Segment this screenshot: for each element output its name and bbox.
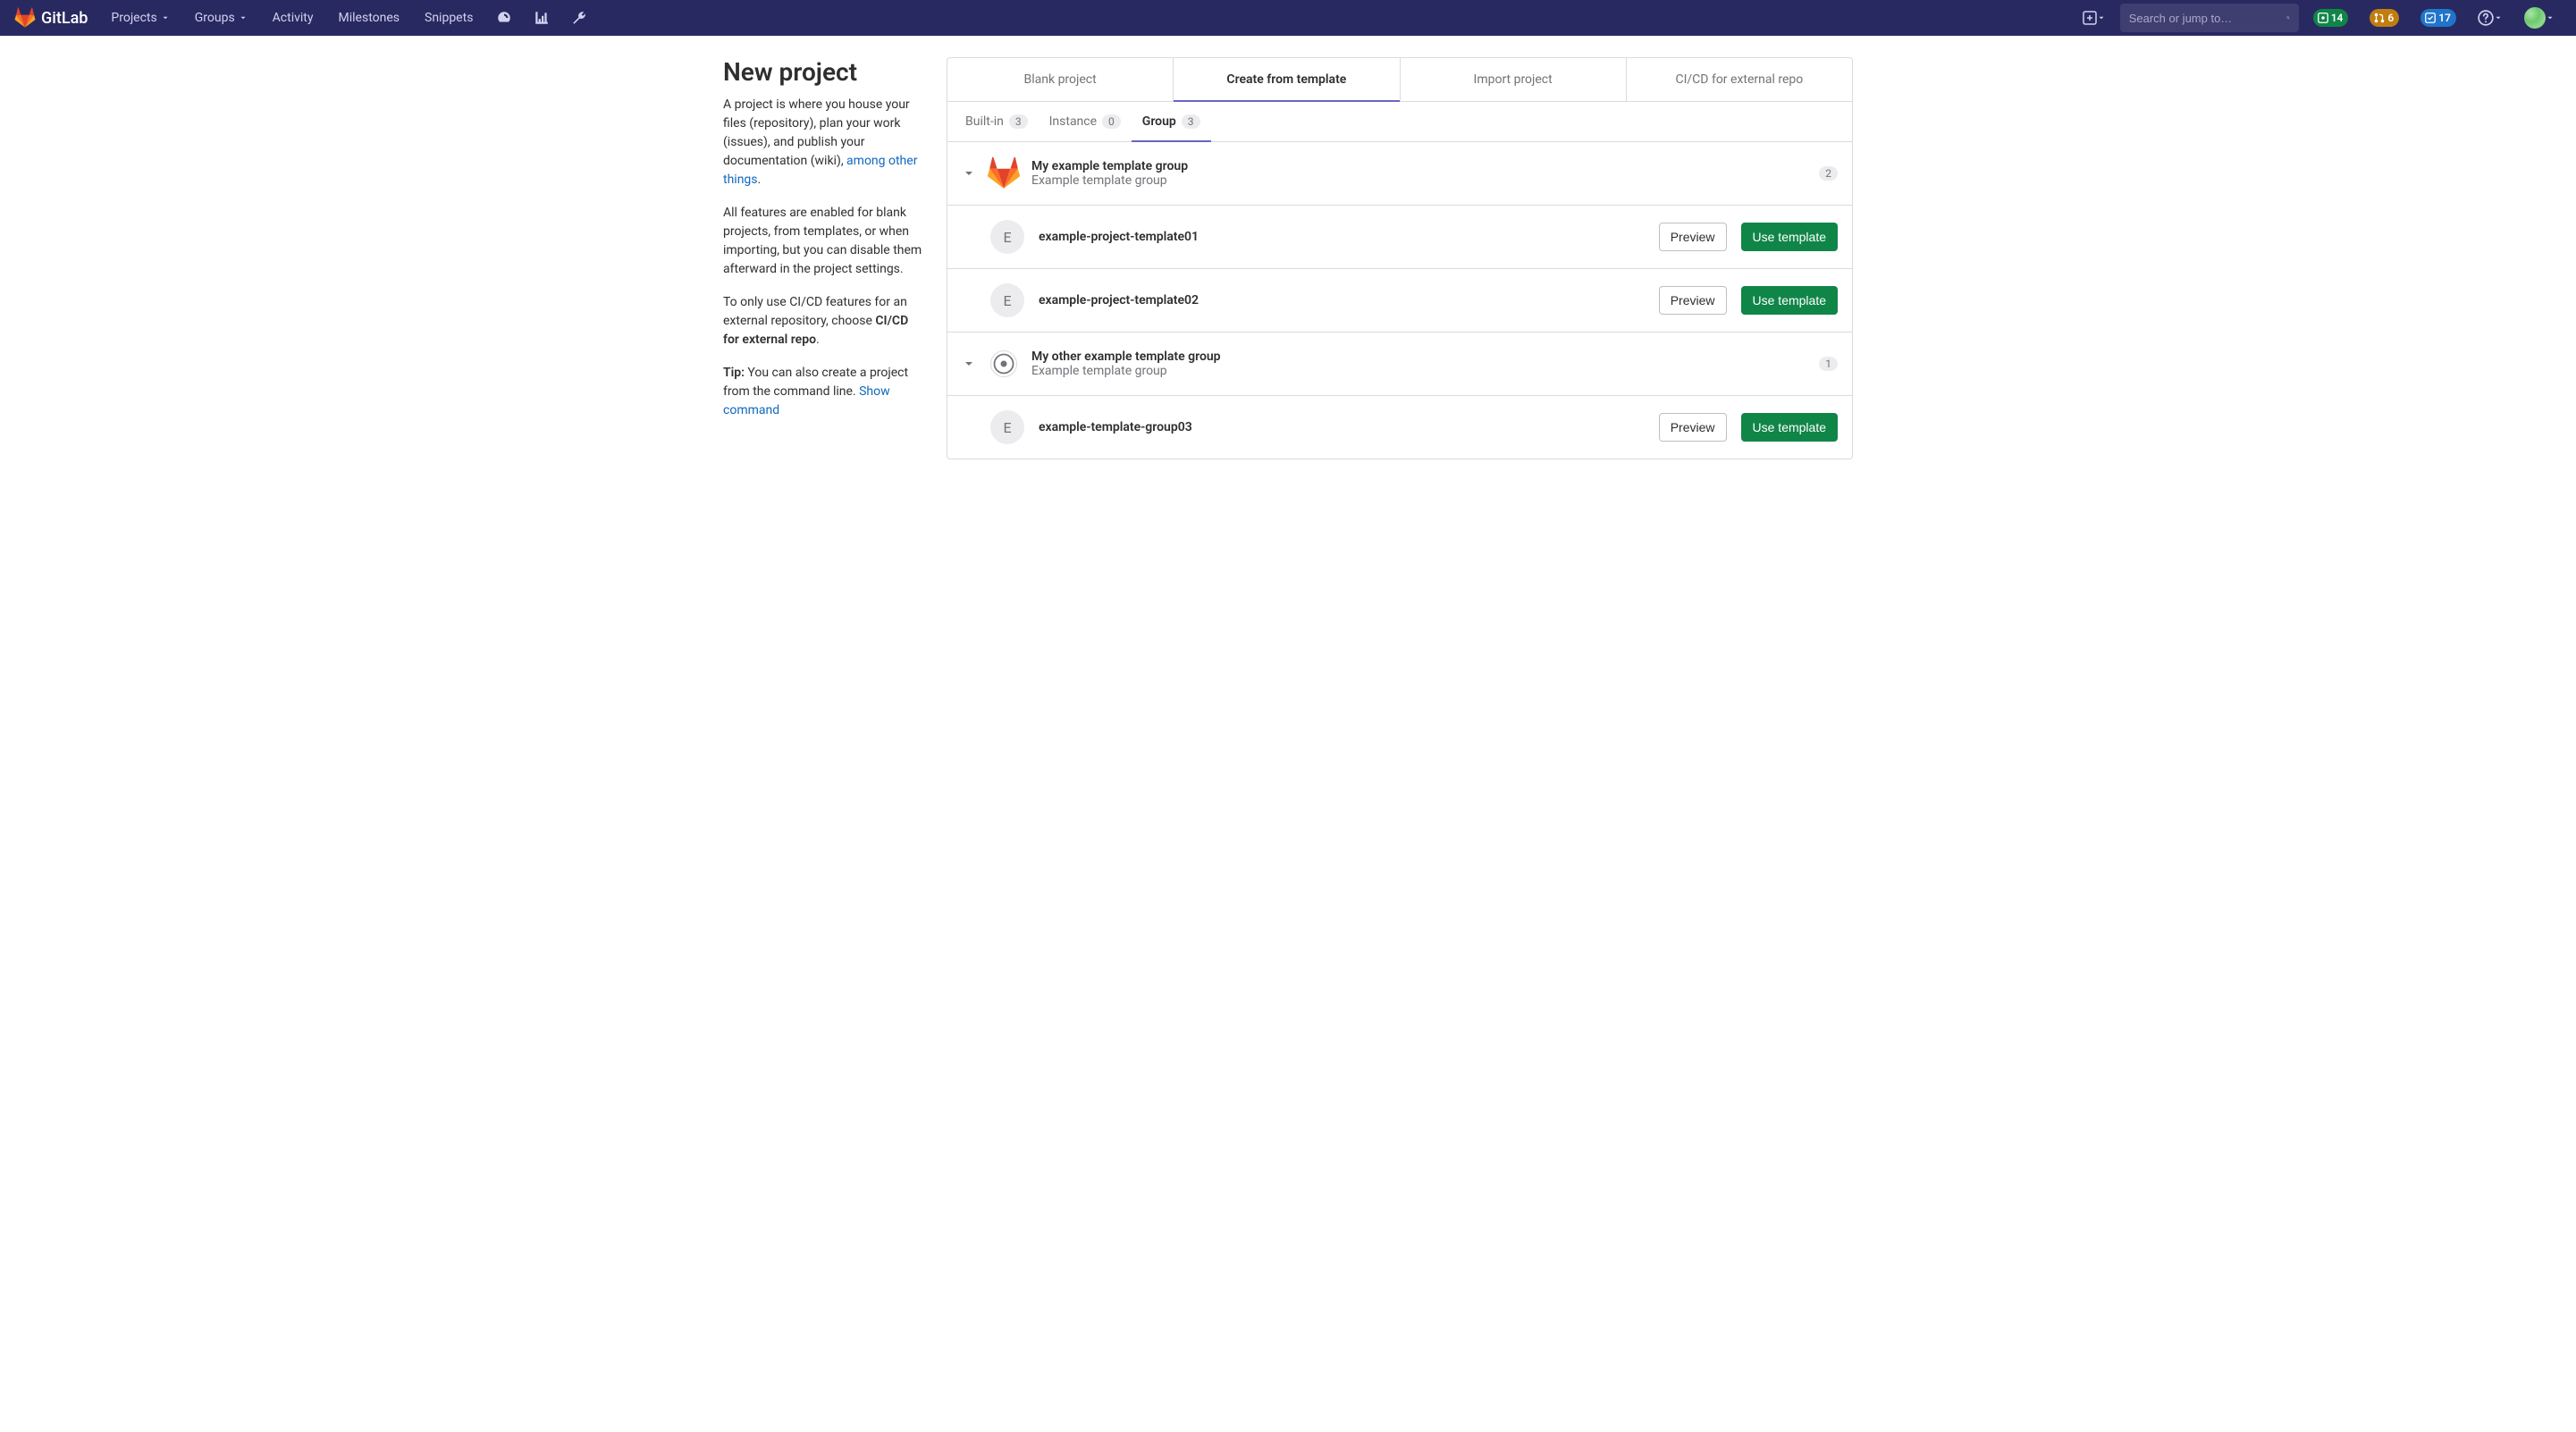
merge-request-icon xyxy=(2373,12,2386,24)
tanuki-icon xyxy=(14,7,36,29)
nav-activity[interactable]: Activity xyxy=(264,0,323,36)
chart-icon xyxy=(534,10,550,26)
gitlab-logo[interactable]: GitLab xyxy=(14,7,88,29)
nav-help-icon[interactable] xyxy=(2471,0,2510,36)
preview-button[interactable]: Preview xyxy=(1659,286,1727,315)
top-navbar: GitLab Projects Groups Activity Mileston… xyxy=(0,0,2576,36)
group-subtitle: Example template group xyxy=(1031,364,1808,378)
desc-p2: All features are enabled for blank proje… xyxy=(723,204,925,279)
nav-create-icon[interactable] xyxy=(2075,0,2113,36)
preview-button[interactable]: Preview xyxy=(1659,223,1727,251)
template-row: E example-project-template02 Preview Use… xyxy=(947,269,1852,333)
desc-p1: A project is where you house your files … xyxy=(723,96,925,190)
chevron-down-icon xyxy=(161,13,170,22)
user-avatar xyxy=(2524,7,2546,29)
template-name: example-project-template01 xyxy=(1039,230,1645,244)
search-box[interactable] xyxy=(2120,4,2299,32)
left-description: New project A project is where you house… xyxy=(657,57,925,459)
nav-performance-icon[interactable] xyxy=(489,0,519,36)
main-panel: Blank project Create from template Impor… xyxy=(947,57,1853,459)
gauge-icon xyxy=(496,10,512,26)
creation-tabs: Blank project Create from template Impor… xyxy=(947,58,1852,102)
subtab-builtin[interactable]: Built-in3 xyxy=(955,102,1039,141)
brand-name: GitLab xyxy=(41,9,88,28)
project-avatar: E xyxy=(990,220,1024,254)
template-group-header[interactable]: My other example template group Example … xyxy=(947,333,1852,396)
nav-groups[interactable]: Groups xyxy=(186,0,257,36)
page-title: New project xyxy=(723,57,925,87)
nav-snippets[interactable]: Snippets xyxy=(416,0,482,36)
template-group-header[interactable]: My example template group Example templa… xyxy=(947,142,1852,206)
chevron-down-icon xyxy=(2546,13,2555,22)
template-row: E example-template-group03 Preview Use t… xyxy=(947,396,1852,459)
tanuki-icon xyxy=(987,156,1021,190)
group-logo xyxy=(987,156,1021,190)
issues-icon xyxy=(2317,12,2329,24)
nav-milestones[interactable]: Milestones xyxy=(330,0,409,36)
use-template-button[interactable]: Use template xyxy=(1741,223,1838,251)
question-circle-icon xyxy=(2478,10,2494,26)
builtin-count: 3 xyxy=(1009,114,1028,129)
group-title: My other example template group xyxy=(1031,350,1808,364)
wrench-icon xyxy=(571,10,587,26)
project-avatar: E xyxy=(990,410,1024,444)
subtab-group[interactable]: Group3 xyxy=(1132,102,1211,141)
chevron-down-icon xyxy=(962,357,976,371)
group-count: 3 xyxy=(1182,114,1200,129)
page-body: New project A project is where you house… xyxy=(636,36,1940,481)
circle-icon xyxy=(991,351,1016,376)
template-name: example-template-group03 xyxy=(1039,420,1645,434)
nav-todo-badge[interactable]: 17 xyxy=(2413,0,2463,36)
project-avatar: E xyxy=(990,283,1024,317)
instance-count: 0 xyxy=(1102,114,1121,129)
use-template-button[interactable]: Use template xyxy=(1741,286,1838,315)
desc-p4: Tip: You can also create a project from … xyxy=(723,364,925,420)
group-template-count: 2 xyxy=(1819,166,1838,181)
group-template-count: 1 xyxy=(1819,357,1838,371)
template-name: example-project-template02 xyxy=(1039,293,1645,307)
group-logo xyxy=(987,347,1021,381)
nav-projects[interactable]: Projects xyxy=(102,0,178,36)
chevron-down-icon xyxy=(239,13,248,22)
plus-square-icon xyxy=(2083,11,2097,25)
subtab-instance[interactable]: Instance0 xyxy=(1039,102,1132,141)
preview-button[interactable]: Preview xyxy=(1659,413,1727,442)
nav-issues-badge[interactable]: 14 xyxy=(2306,0,2356,36)
nav-admin-icon[interactable] xyxy=(564,0,594,36)
tab-blank-project[interactable]: Blank project xyxy=(947,58,1174,101)
search-icon xyxy=(2286,11,2290,25)
group-subtitle: Example template group xyxy=(1031,173,1808,188)
nav-analytics-icon[interactable] xyxy=(526,0,557,36)
group-title: My example template group xyxy=(1031,159,1808,173)
template-row: E example-project-template01 Preview Use… xyxy=(947,206,1852,269)
tab-import-project[interactable]: Import project xyxy=(1401,58,1627,101)
tab-cicd-external[interactable]: CI/CD for external repo xyxy=(1627,58,1852,101)
chevron-down-icon xyxy=(2494,13,2503,22)
nav-mr-badge[interactable]: 6 xyxy=(2362,0,2406,36)
chevron-down-icon xyxy=(962,166,976,181)
use-template-button[interactable]: Use template xyxy=(1741,413,1838,442)
search-input[interactable] xyxy=(2129,12,2286,25)
tab-create-from-template[interactable]: Create from template xyxy=(1174,58,1400,101)
chevron-down-icon xyxy=(2097,13,2106,22)
template-source-tabs: Built-in3 Instance0 Group3 xyxy=(947,102,1852,142)
todo-icon xyxy=(2424,12,2437,24)
group-avatar-icon xyxy=(990,350,1017,377)
nav-user-menu[interactable] xyxy=(2517,0,2562,36)
desc-p3: To only use CI/CD features for an extern… xyxy=(723,293,925,350)
